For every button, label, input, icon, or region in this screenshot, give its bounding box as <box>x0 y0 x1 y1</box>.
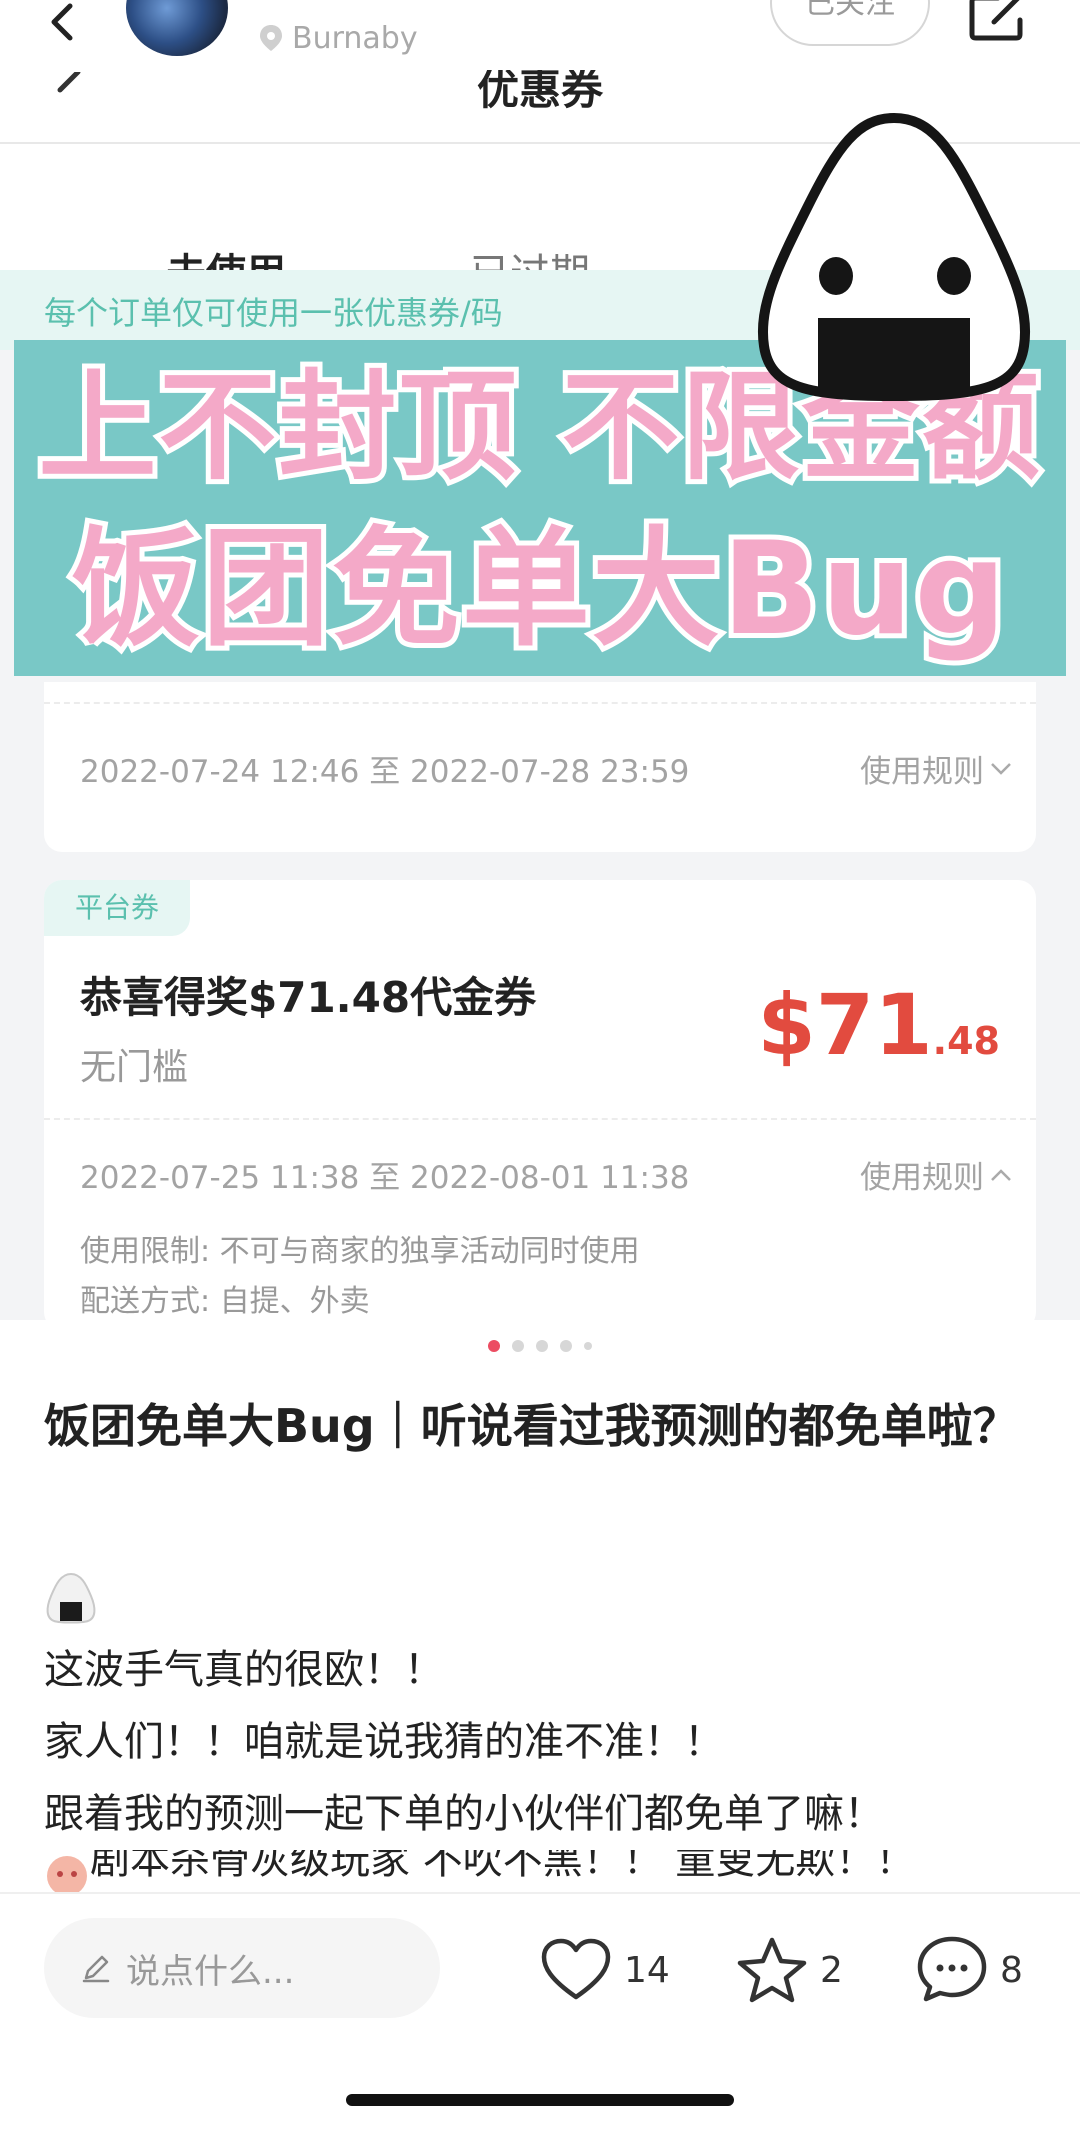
back-button[interactable] <box>40 0 90 50</box>
like-count: 14 <box>624 1949 670 1991</box>
bottom-action-bar: 说点什么... 14 2 8 <box>0 1892 1080 2134</box>
pencil-icon <box>82 1955 110 1983</box>
heart-icon <box>541 1938 611 2000</box>
delivery-method: 配送方式: 自提、外卖 <box>80 1284 370 1319</box>
post-line: 家人们！！咱就是说我猜的准不准！！ <box>44 1719 724 1765</box>
coupon-date-range: 2022-07-25 11:38 至 2022-08-01 11:38 <box>80 1160 690 1196</box>
collect-count: 2 <box>820 1949 843 1991</box>
post-line: 跟着我的预测一起下单的小伙伴们都免单了嘛！ <box>44 1791 884 1837</box>
share-button[interactable] <box>968 0 1028 42</box>
comment-count: 8 <box>1000 1949 1023 1991</box>
rice-ball-icon <box>46 1572 96 1624</box>
collect-button[interactable]: 2 <box>736 1930 843 2010</box>
chat-bubble-icon <box>917 1936 987 2002</box>
carousel-dot <box>512 1340 524 1352</box>
follow-label: 已关注 <box>805 0 895 21</box>
chevron-down-icon <box>991 762 1011 775</box>
carousel-indicator <box>0 1340 1080 1352</box>
coupon-card-previous: 2022-07-24 12:46 至 2022-07-28 23:59 使用规则 <box>44 682 1036 852</box>
carousel-dot <box>560 1340 572 1352</box>
inner-title: 优惠券 <box>476 70 603 110</box>
coupon-title: 恭喜得奖$71.48代金券 <box>80 973 537 1022</box>
comment-button[interactable]: 8 <box>916 1930 1023 2010</box>
platform-coupon-tag: 平台券 <box>44 880 190 936</box>
top-bar: Burnaby 已关注 <box>0 0 1080 70</box>
carousel-dot <box>536 1340 548 1352</box>
coupon-card: 平台券 恭喜得奖$71.48代金券 无门槛 $71.48 2022-07-25 … <box>44 880 1036 1320</box>
comment-input[interactable]: 说点什么... <box>44 1918 440 2018</box>
location-pin-icon <box>260 25 282 51</box>
author-avatar[interactable] <box>126 0 228 56</box>
post-line-text: 剧本杀骨灰级玩家 不吹不黑！！ 童叟无欺！！ <box>90 1850 916 1883</box>
post-body: 这波手气真的很欧！！ 家人们！！咱就是说我猜的准不准！！ 跟着我的预测一起下单的… <box>44 1562 1044 1896</box>
author-location: Burnaby <box>258 18 418 58</box>
face-emoji-icon <box>47 1856 87 1896</box>
coupon-condition: 无门槛 <box>80 1047 189 1088</box>
onigiri-mascot-icon <box>758 112 1030 402</box>
coupon-amount-main: $71 <box>757 976 933 1074</box>
banner-line-2: 饭团免单大Bug <box>67 510 1011 669</box>
comment-placeholder: 说点什么... <box>126 1951 295 1992</box>
coupon-amount-decimal: .48 <box>932 1019 1000 1063</box>
chevron-left-icon <box>51 3 73 41</box>
post-line: 这波手气真的很欧！！ <box>44 1647 444 1693</box>
follow-button[interactable]: 已关注 <box>770 0 930 46</box>
like-button[interactable]: 14 <box>540 1930 670 2010</box>
location-text: Burnaby <box>292 20 418 56</box>
carousel-dot-active <box>488 1340 500 1352</box>
card-divider <box>44 1118 1036 1120</box>
rules-label: 使用规则 <box>860 1160 984 1196</box>
post-emoji-line <box>44 1562 1044 1634</box>
usage-restriction: 使用限制: 不可与商家的独享活动同时使用 <box>80 1234 640 1269</box>
post-line-clipped: 剧本杀骨灰级玩家 不吹不黑！！ 童叟无欺！！ <box>44 1850 1044 1896</box>
chevron-up-icon <box>991 1168 1011 1181</box>
post-title: 饭团免单大Bug｜听说看过我预测的都免单啦？ <box>44 1399 1019 1453</box>
tip-text: 每个订单仅可使用一张优惠券/码 <box>44 294 503 332</box>
rules-label: 使用规则 <box>860 754 984 790</box>
post-image[interactable]: 优惠券 未使用 已过期 每个订单仅可使用一张优惠券/码 上不封顶 不限金额 饭团… <box>0 70 1080 1320</box>
share-icon <box>969 0 1023 41</box>
coupon-amount: $71.48 <box>757 976 1000 1074</box>
rules-link: 使用规则 <box>860 746 1012 791</box>
coupon-date-range: 2022-07-24 12:46 至 2022-07-28 23:59 <box>80 754 690 790</box>
rules-link: 使用规则 <box>860 1152 1012 1197</box>
carousel-dot <box>584 1342 592 1350</box>
star-icon <box>737 1937 807 2003</box>
card-divider <box>44 702 1036 704</box>
home-indicator <box>346 2094 734 2106</box>
